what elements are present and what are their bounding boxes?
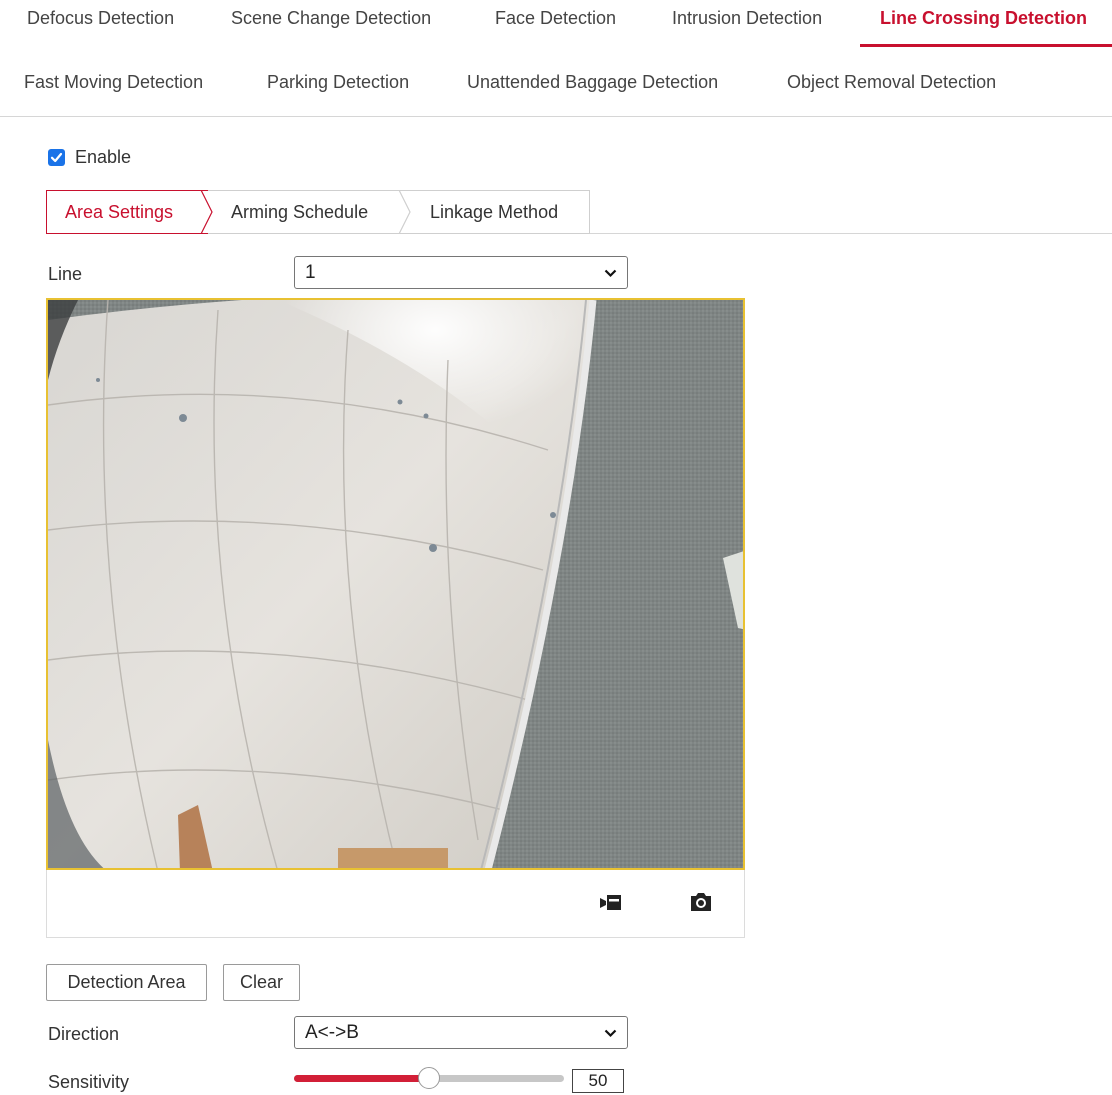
subtab-arming-schedule[interactable]: Arming Schedule [231,191,368,233]
snapshot-icon[interactable] [690,892,712,912]
line-label: Line [48,264,83,284]
checkmark-icon [50,152,63,162]
chevron-down-icon [604,1029,617,1038]
subtabs-baseline [590,233,1112,234]
subtab-area-settings[interactable]: Area Settings [65,191,173,233]
tab-intrusion-detection[interactable]: Intrusion Detection [672,8,822,29]
detection-area-button[interactable]: Detection Area [46,964,207,1001]
active-tab-underline [860,44,1112,47]
tab-unattended-baggage-detection[interactable]: Unattended Baggage Detection [467,72,718,93]
record-icon[interactable] [599,892,623,912]
camera-image [48,300,743,868]
clear-button[interactable]: Clear [223,964,300,1001]
sensitivity-label: Sensitivity [48,1072,130,1092]
enable-label: Enable [75,146,132,167]
tab-face-detection[interactable]: Face Detection [495,8,616,29]
direction-select[interactable]: A<->B [294,1016,628,1049]
subtab-separator-active [200,190,213,234]
subtab-linkage-method[interactable]: Linkage Method [430,191,558,233]
sensitivity-slider-thumb[interactable] [418,1067,440,1089]
direction-select-value: A<->B [305,1022,359,1043]
enable-row: Enable [48,146,131,168]
direction-label: Direction [48,1024,120,1044]
sensitivity-value-box[interactable]: 50 [572,1069,624,1093]
live-video-preview[interactable] [46,298,745,870]
tab-scene-change-detection[interactable]: Scene Change Detection [231,8,431,29]
tab-defocus-detection[interactable]: Defocus Detection [27,8,174,29]
line-select[interactable]: 1 [294,256,628,289]
enable-checkbox[interactable] [48,148,65,166]
tab-parking-detection[interactable]: Parking Detection [267,72,409,93]
tab-line-crossing-detection[interactable]: Line Crossing Detection [880,8,1087,29]
video-toolbar [46,870,745,938]
line-select-value: 1 [305,262,316,283]
tab-fast-moving-detection[interactable]: Fast Moving Detection [24,72,203,93]
subtab-separator [398,190,411,234]
settings-subtabs: Area Settings Arming Schedule Linkage Me… [46,190,590,234]
tab-object-removal-detection[interactable]: Object Removal Detection [787,72,996,93]
chevron-down-icon [604,269,617,278]
sensitivity-slider-fill [294,1075,429,1082]
sensitivity-slider[interactable] [294,1067,564,1089]
tabs-divider [0,116,1112,117]
